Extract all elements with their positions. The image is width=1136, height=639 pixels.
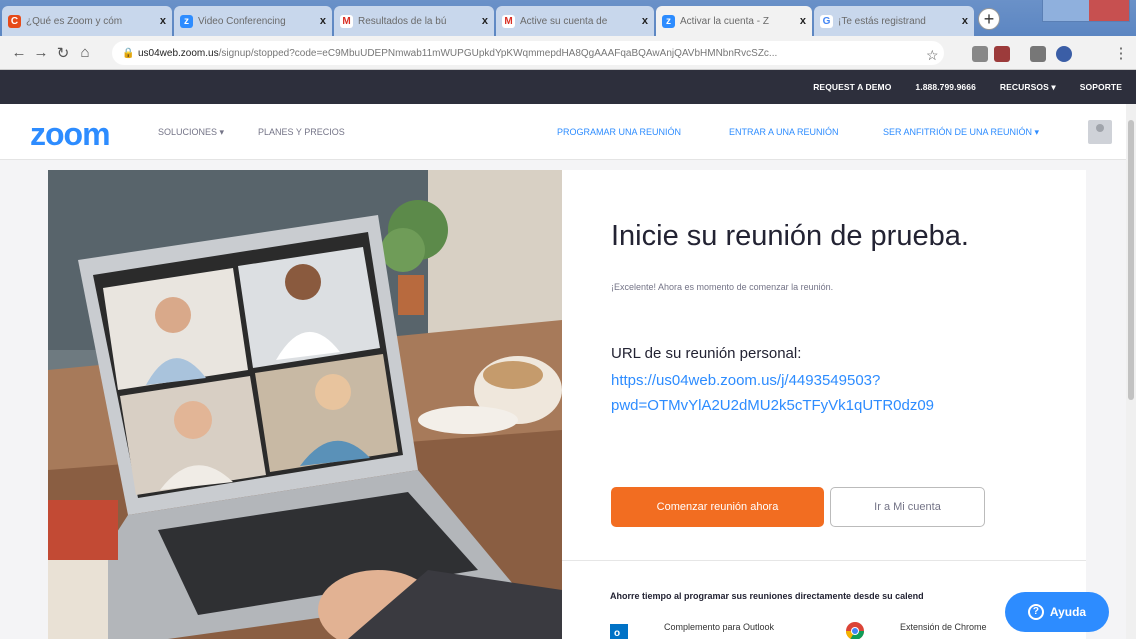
my-account-button[interactable]: Ir a Mi cuenta (830, 487, 985, 527)
personal-meeting-url[interactable]: https://us04web.zoom.us/j/4493549503? pw… (611, 368, 1031, 418)
reload-icon[interactable]: ↻ (52, 44, 74, 62)
save-time-heading: Ahorre tiempo al programar sus reuniones… (610, 591, 924, 601)
nav-join-meeting[interactable]: ENTRAR A UNA REUNIÓN (729, 127, 839, 137)
google-icon: G (820, 14, 833, 28)
url-line[interactable]: https://us04web.zoom.us/j/4493549503? (611, 368, 1031, 393)
tab-close-icon[interactable]: x (642, 15, 648, 27)
profile-icon[interactable] (1056, 46, 1072, 62)
lock-icon: 🔒 (122, 47, 135, 59)
tab-favicon-icon: C (8, 14, 21, 28)
extension-icon[interactable] (994, 46, 1010, 62)
divider (562, 560, 1086, 561)
browser-tab[interactable]: G ¡Te estás registrand x (814, 6, 974, 36)
window-close-button[interactable] (1089, 0, 1129, 21)
page-title: Inicie su reunión de prueba. (611, 220, 969, 252)
chrome-extension-link[interactable]: Extensión de Chrome (900, 622, 987, 632)
browser-tab-strip: C ¿Qué es Zoom y cóm x z Video Conferenc… (0, 0, 1136, 36)
browser-tab[interactable]: M Resultados de la bú x (334, 6, 494, 36)
extension-icon[interactable] (972, 46, 988, 62)
phone-link[interactable]: 1.888.799.9666 (915, 82, 976, 92)
tab-label: Activar la cuenta - Z (680, 15, 769, 27)
gmail-icon: M (502, 14, 515, 28)
url-domain: us04web.zoom.us (138, 47, 219, 59)
help-button[interactable]: ? Ayuda (1005, 592, 1109, 632)
forward-arrow-icon[interactable]: → (30, 44, 52, 61)
nav-schedule-meeting[interactable]: PROGRAMAR UNA REUNIÓN (557, 127, 681, 137)
help-label: Ayuda (1049, 605, 1087, 619)
scrollbar-thumb[interactable] (1128, 120, 1134, 400)
tab-label: Resultados de la bú (358, 15, 447, 27)
subtitle: ¡Excelente! Ahora es momento de comenzar… (611, 282, 834, 292)
request-demo-link[interactable]: REQUEST A DEMO (813, 82, 891, 92)
svg-text:o: o (614, 628, 620, 639)
zoom-logo[interactable]: zoom (30, 116, 111, 153)
outlook-icon: o (610, 624, 628, 639)
tab-label: ¿Qué es Zoom y cóm (26, 15, 123, 27)
main-nav: zoom SOLUCIONES ▾ PLANES Y PRECIOS PROGR… (0, 104, 1136, 160)
home-icon[interactable]: ⌂ (74, 44, 96, 61)
utility-bar: REQUEST A DEMO 1.888.799.9666 RECURSOS ▾… (0, 70, 1136, 104)
laptop-video-call-illustration (48, 170, 562, 639)
new-tab-button[interactable]: + (978, 8, 1000, 30)
menu-dots-icon[interactable]: ⋮ (1110, 44, 1132, 62)
reading-list-icon[interactable] (1030, 46, 1046, 62)
tab-favicon-icon: z (662, 14, 675, 28)
gmail-icon: M (340, 14, 353, 28)
tab-close-icon[interactable]: x (962, 15, 968, 27)
browser-tab[interactable]: M Active su cuenta de x (496, 6, 654, 36)
hero-image (48, 170, 562, 639)
tab-close-icon[interactable]: x (160, 15, 166, 27)
url-line[interactable]: pwd=OTMvYlA2U2dMU2k5cTFyVk1qUTR0dz09 (611, 393, 1031, 418)
start-meeting-panel: Inicie su reunión de prueba. ¡Excelente!… (562, 170, 1086, 639)
outlook-plugin-link[interactable]: Complemento para Outlook (664, 622, 774, 632)
tab-label: ¡Te estás registrand (838, 15, 926, 27)
browser-toolbar: ← → ↻ ⌂ 🔒 us04web.zoom.us /signup/stoppe… (0, 36, 1136, 70)
tab-label: Video Conferencing (198, 15, 286, 27)
nav-plans-pricing[interactable]: PLANES Y PRECIOS (258, 127, 345, 137)
support-link[interactable]: SOPORTE (1080, 82, 1122, 92)
chrome-icon (846, 622, 864, 639)
tab-label: Active su cuenta de (520, 15, 608, 27)
nav-host-meeting[interactable]: SER ANFITRIÓN DE UNA REUNIÓN ▾ (883, 127, 1039, 138)
url-path: /signup/stopped?code=eC9MbuUDEPNmwab11mW… (218, 47, 778, 59)
back-arrow-icon[interactable]: ← (8, 44, 30, 61)
nav-solutions[interactable]: SOLUCIONES ▾ (158, 127, 224, 138)
bookmark-star-icon[interactable]: ☆ (926, 47, 939, 64)
tab-close-icon[interactable]: x (320, 15, 326, 27)
browser-tab-active[interactable]: z Activar la cuenta - Z x (656, 6, 812, 36)
tab-close-icon[interactable]: x (800, 15, 806, 27)
avatar[interactable] (1088, 120, 1112, 144)
browser-tab[interactable]: C ¿Qué es Zoom y cóm x (2, 6, 172, 36)
personal-url-label: URL de su reunión personal: (611, 345, 802, 362)
window-controls[interactable] (1042, 0, 1130, 22)
question-icon: ? (1027, 604, 1044, 620)
tab-close-icon[interactable]: x (482, 15, 488, 27)
start-meeting-button[interactable]: Comenzar reunión ahora (611, 487, 824, 527)
browser-tab[interactable]: z Video Conferencing x (174, 6, 332, 36)
resources-menu[interactable]: RECURSOS ▾ (1000, 82, 1056, 93)
page-content: Inicie su reunión de prueba. ¡Excelente!… (0, 160, 1136, 639)
tab-favicon-icon: z (180, 14, 193, 28)
address-bar[interactable]: 🔒 us04web.zoom.us /signup/stopped?code=e… (112, 41, 944, 65)
